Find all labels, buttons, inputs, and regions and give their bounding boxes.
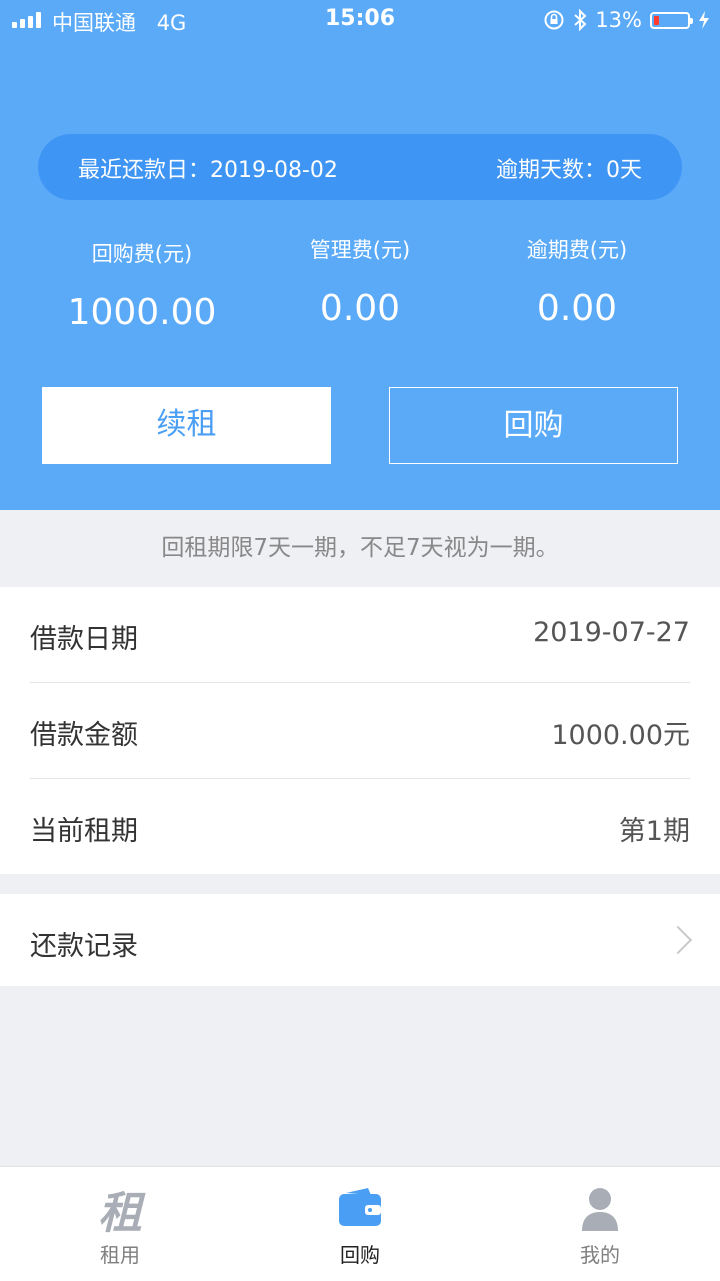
person-icon <box>582 1188 618 1231</box>
due-summary-pill: 最近还款日：2019-08-02 逾期天数：0天 <box>38 134 682 200</box>
tab-mine[interactable]: 我的 <box>480 1167 720 1281</box>
buyback-fee-value: 1000.00 <box>67 292 217 333</box>
loan-amount-label: 借款金额 <box>30 720 138 751</box>
overdue-fee-value: 0.00 <box>536 288 618 329</box>
current-term-row: 当前租期 第1期 <box>30 779 690 874</box>
current-term-value: 第1期 <box>618 816 690 847</box>
overdue-days: 0天 <box>606 158 642 183</box>
bluetooth-icon <box>574 9 587 31</box>
status-bar: 中国联通 4G 15:06 13% <box>0 0 720 40</box>
loan-amount-value: 1000.00元 <box>551 720 690 751</box>
loan-date-row: 借款日期 2019-07-27 <box>30 587 690 683</box>
management-fee-label: 管理费(元) <box>309 238 411 262</box>
charging-icon <box>699 11 709 29</box>
rotation-lock-icon <box>544 10 564 30</box>
header-panel: 中国联通 4G 15:06 13% 最近还款日：2019-08-02 逾期天数：… <box>0 0 720 510</box>
wallet-icon <box>339 1188 381 1226</box>
current-term-label: 当前租期 <box>30 816 138 847</box>
repayment-record-label: 还款记录 <box>30 931 138 962</box>
repayment-record-row[interactable]: 还款记录 <box>0 894 720 986</box>
overdue-fee-label: 逾期费(元) <box>526 238 628 262</box>
lease-period-notice: 回租期限7天一期，不足7天视为一期。 <box>161 535 559 561</box>
recent-due-date-label: 最近还款日： <box>78 158 211 183</box>
battery-percent: 13% <box>595 8 642 32</box>
tab-mine-label: 我的 <box>580 1243 620 1267</box>
loan-date-value: 2019-07-27 <box>533 617 690 648</box>
buyback-button[interactable]: 回购 <box>389 387 678 464</box>
tab-rent[interactable]: 租 租用 <box>0 1167 240 1281</box>
battery-icon <box>650 11 693 29</box>
rent-icon: 租 <box>98 1188 142 1239</box>
buyback-fee-label: 回购费(元) <box>91 242 193 266</box>
overdue-days-label: 逾期天数： <box>495 158 606 183</box>
loan-amount-row: 借款金额 1000.00元 <box>30 683 690 779</box>
loan-details-card: 借款日期 2019-07-27 借款金额 1000.00元 当前租期 第1期 <box>0 587 720 874</box>
bottom-tab-bar: 租 租用 回购 我的 <box>0 1166 720 1281</box>
tab-buyback[interactable]: 回购 <box>240 1167 480 1281</box>
chevron-right-icon <box>663 925 693 955</box>
recent-due-date: 2019-08-02 <box>210 158 338 183</box>
management-fee-value: 0.00 <box>319 288 401 329</box>
tab-rent-label: 租用 <box>100 1243 140 1267</box>
tab-buyback-label: 回购 <box>340 1243 380 1267</box>
renew-button[interactable]: 续租 <box>42 387 331 464</box>
loan-date-label: 借款日期 <box>30 624 138 655</box>
